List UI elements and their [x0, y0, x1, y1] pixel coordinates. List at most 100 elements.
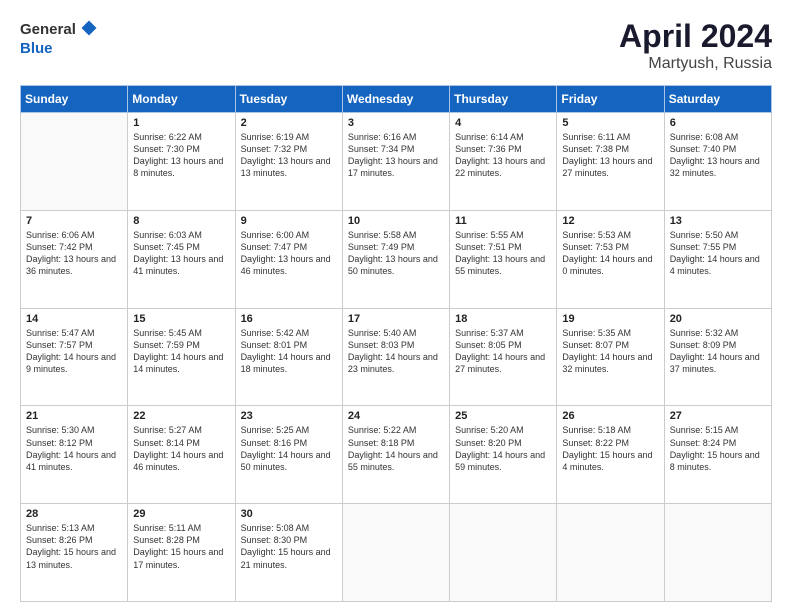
table-row: 6 Sunrise: 6:08 AMSunset: 7:40 PMDayligh…	[664, 113, 771, 211]
day-detail: Sunrise: 5:11 AMSunset: 8:28 PMDaylight:…	[133, 522, 229, 571]
day-number: 15	[133, 313, 229, 325]
table-row	[450, 504, 557, 602]
header-sunday: Sunday	[21, 86, 128, 113]
table-row: 1 Sunrise: 6:22 AMSunset: 7:30 PMDayligh…	[128, 113, 235, 211]
logo-blue-text: Blue	[20, 41, 99, 58]
table-row: 18 Sunrise: 5:37 AMSunset: 8:05 PMDaylig…	[450, 308, 557, 406]
day-detail: Sunrise: 5:25 AMSunset: 8:16 PMDaylight:…	[241, 424, 337, 473]
weekday-header-row: Sunday Monday Tuesday Wednesday Thursday…	[21, 86, 772, 113]
page: General Blue April 2024 Martyush, Russia…	[0, 0, 792, 612]
day-number: 3	[348, 117, 444, 129]
table-row: 5 Sunrise: 6:11 AMSunset: 7:38 PMDayligh…	[557, 113, 664, 211]
day-number: 14	[26, 313, 122, 325]
table-row: 4 Sunrise: 6:14 AMSunset: 7:36 PMDayligh…	[450, 113, 557, 211]
table-row: 30 Sunrise: 5:08 AMSunset: 8:30 PMDaylig…	[235, 504, 342, 602]
day-number: 11	[455, 215, 551, 227]
day-number: 1	[133, 117, 229, 129]
day-number: 26	[562, 410, 658, 422]
table-row: 7 Sunrise: 6:06 AMSunset: 7:42 PMDayligh…	[21, 210, 128, 308]
table-row: 28 Sunrise: 5:13 AMSunset: 8:26 PMDaylig…	[21, 504, 128, 602]
calendar-week-row: 21 Sunrise: 5:30 AMSunset: 8:12 PMDaylig…	[21, 406, 772, 504]
table-row: 10 Sunrise: 5:58 AMSunset: 7:49 PMDaylig…	[342, 210, 449, 308]
day-detail: Sunrise: 5:13 AMSunset: 8:26 PMDaylight:…	[26, 522, 122, 571]
day-number: 16	[241, 313, 337, 325]
day-detail: Sunrise: 6:11 AMSunset: 7:38 PMDaylight:…	[562, 131, 658, 180]
calendar-week-row: 28 Sunrise: 5:13 AMSunset: 8:26 PMDaylig…	[21, 504, 772, 602]
table-row	[342, 504, 449, 602]
header-friday: Friday	[557, 86, 664, 113]
day-number: 8	[133, 215, 229, 227]
calendar-location: Martyush, Russia	[619, 55, 772, 73]
day-number: 6	[670, 117, 766, 129]
day-number: 21	[26, 410, 122, 422]
day-detail: Sunrise: 6:16 AMSunset: 7:34 PMDaylight:…	[348, 131, 444, 180]
table-row: 19 Sunrise: 5:35 AMSunset: 8:07 PMDaylig…	[557, 308, 664, 406]
day-detail: Sunrise: 6:14 AMSunset: 7:36 PMDaylight:…	[455, 131, 551, 180]
day-detail: Sunrise: 5:55 AMSunset: 7:51 PMDaylight:…	[455, 229, 551, 278]
table-row: 23 Sunrise: 5:25 AMSunset: 8:16 PMDaylig…	[235, 406, 342, 504]
table-row: 17 Sunrise: 5:40 AMSunset: 8:03 PMDaylig…	[342, 308, 449, 406]
day-detail: Sunrise: 5:32 AMSunset: 8:09 PMDaylight:…	[670, 327, 766, 376]
table-row: 2 Sunrise: 6:19 AMSunset: 7:32 PMDayligh…	[235, 113, 342, 211]
calendar-week-row: 1 Sunrise: 6:22 AMSunset: 7:30 PMDayligh…	[21, 113, 772, 211]
day-detail: Sunrise: 5:58 AMSunset: 7:49 PMDaylight:…	[348, 229, 444, 278]
day-detail: Sunrise: 5:42 AMSunset: 8:01 PMDaylight:…	[241, 327, 337, 376]
table-row	[664, 504, 771, 602]
table-row	[557, 504, 664, 602]
table-row: 14 Sunrise: 5:47 AMSunset: 7:57 PMDaylig…	[21, 308, 128, 406]
day-detail: Sunrise: 6:22 AMSunset: 7:30 PMDaylight:…	[133, 131, 229, 180]
calendar-title: April 2024	[619, 18, 772, 55]
header-monday: Monday	[128, 86, 235, 113]
table-row: 25 Sunrise: 5:20 AMSunset: 8:20 PMDaylig…	[450, 406, 557, 504]
day-detail: Sunrise: 5:27 AMSunset: 8:14 PMDaylight:…	[133, 424, 229, 473]
calendar-week-row: 14 Sunrise: 5:47 AMSunset: 7:57 PMDaylig…	[21, 308, 772, 406]
table-row: 20 Sunrise: 5:32 AMSunset: 8:09 PMDaylig…	[664, 308, 771, 406]
title-block: April 2024 Martyush, Russia	[619, 18, 772, 73]
table-row: 8 Sunrise: 6:03 AMSunset: 7:45 PMDayligh…	[128, 210, 235, 308]
day-number: 24	[348, 410, 444, 422]
day-detail: Sunrise: 5:37 AMSunset: 8:05 PMDaylight:…	[455, 327, 551, 376]
calendar-week-row: 7 Sunrise: 6:06 AMSunset: 7:42 PMDayligh…	[21, 210, 772, 308]
table-row: 27 Sunrise: 5:15 AMSunset: 8:24 PMDaylig…	[664, 406, 771, 504]
day-number: 30	[241, 508, 337, 520]
day-detail: Sunrise: 6:06 AMSunset: 7:42 PMDaylight:…	[26, 229, 122, 278]
day-detail: Sunrise: 5:20 AMSunset: 8:20 PMDaylight:…	[455, 424, 551, 473]
day-detail: Sunrise: 5:15 AMSunset: 8:24 PMDaylight:…	[670, 424, 766, 473]
day-number: 22	[133, 410, 229, 422]
table-row: 12 Sunrise: 5:53 AMSunset: 7:53 PMDaylig…	[557, 210, 664, 308]
table-row: 24 Sunrise: 5:22 AMSunset: 8:18 PMDaylig…	[342, 406, 449, 504]
header-wednesday: Wednesday	[342, 86, 449, 113]
day-detail: Sunrise: 6:00 AMSunset: 7:47 PMDaylight:…	[241, 229, 337, 278]
day-detail: Sunrise: 6:08 AMSunset: 7:40 PMDaylight:…	[670, 131, 766, 180]
day-number: 7	[26, 215, 122, 227]
logo: General Blue	[20, 18, 99, 57]
day-number: 5	[562, 117, 658, 129]
day-detail: Sunrise: 5:40 AMSunset: 8:03 PMDaylight:…	[348, 327, 444, 376]
table-row	[21, 113, 128, 211]
table-row: 15 Sunrise: 5:45 AMSunset: 7:59 PMDaylig…	[128, 308, 235, 406]
header: General Blue April 2024 Martyush, Russia	[20, 18, 772, 73]
table-row: 3 Sunrise: 6:16 AMSunset: 7:34 PMDayligh…	[342, 113, 449, 211]
day-number: 12	[562, 215, 658, 227]
logo-general-text: General	[20, 22, 76, 39]
logo-icon	[79, 18, 99, 43]
day-detail: Sunrise: 5:08 AMSunset: 8:30 PMDaylight:…	[241, 522, 337, 571]
header-thursday: Thursday	[450, 86, 557, 113]
table-row: 16 Sunrise: 5:42 AMSunset: 8:01 PMDaylig…	[235, 308, 342, 406]
calendar-table: Sunday Monday Tuesday Wednesday Thursday…	[20, 85, 772, 602]
table-row: 11 Sunrise: 5:55 AMSunset: 7:51 PMDaylig…	[450, 210, 557, 308]
day-detail: Sunrise: 6:03 AMSunset: 7:45 PMDaylight:…	[133, 229, 229, 278]
day-detail: Sunrise: 5:53 AMSunset: 7:53 PMDaylight:…	[562, 229, 658, 278]
day-number: 10	[348, 215, 444, 227]
header-saturday: Saturday	[664, 86, 771, 113]
day-detail: Sunrise: 5:22 AMSunset: 8:18 PMDaylight:…	[348, 424, 444, 473]
day-number: 17	[348, 313, 444, 325]
day-detail: Sunrise: 5:35 AMSunset: 8:07 PMDaylight:…	[562, 327, 658, 376]
day-number: 28	[26, 508, 122, 520]
day-detail: Sunrise: 5:18 AMSunset: 8:22 PMDaylight:…	[562, 424, 658, 473]
table-row: 29 Sunrise: 5:11 AMSunset: 8:28 PMDaylig…	[128, 504, 235, 602]
day-number: 13	[670, 215, 766, 227]
day-number: 4	[455, 117, 551, 129]
day-detail: Sunrise: 6:19 AMSunset: 7:32 PMDaylight:…	[241, 131, 337, 180]
day-number: 19	[562, 313, 658, 325]
